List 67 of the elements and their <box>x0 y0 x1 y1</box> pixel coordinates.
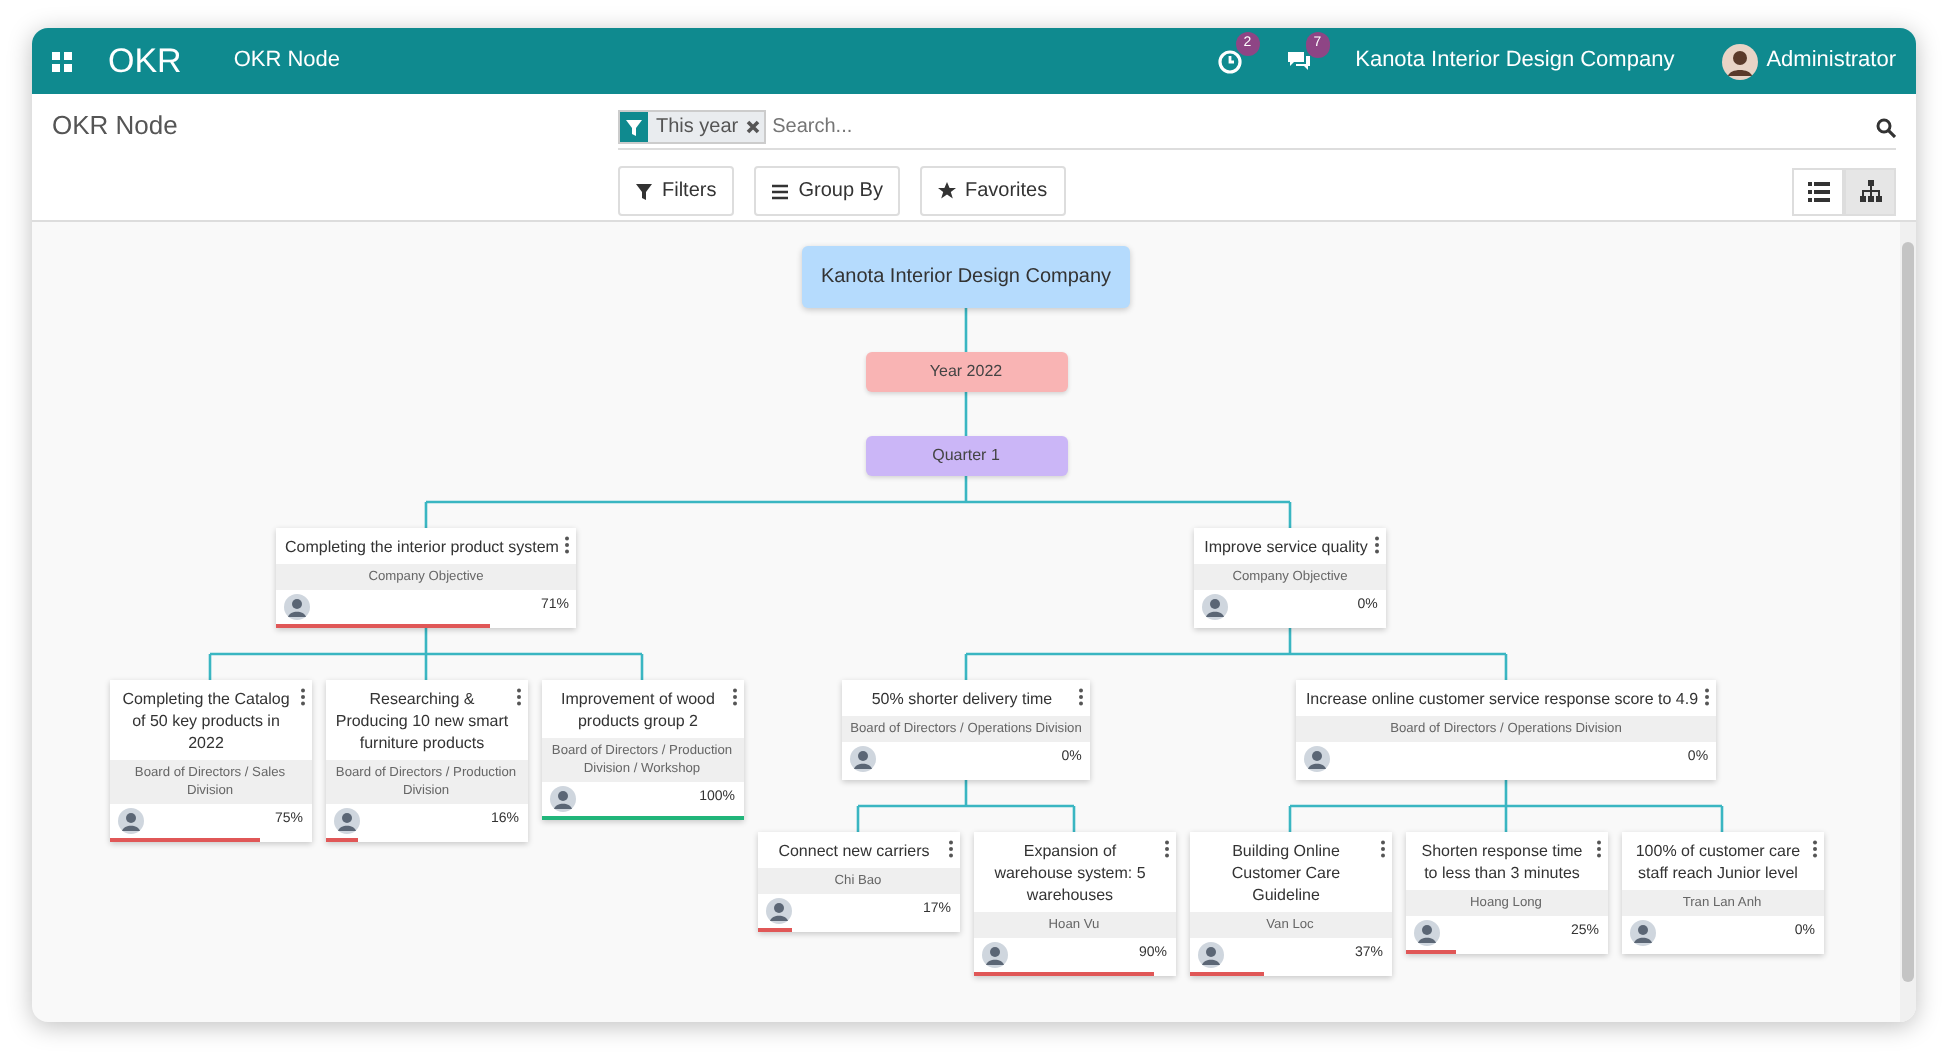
avatar <box>333 808 359 834</box>
apps-menu-icon[interactable] <box>52 51 72 71</box>
user-menu[interactable]: Administrator <box>1766 44 1896 78</box>
avatar <box>1197 942 1223 968</box>
kebab-menu-icon[interactable] <box>515 688 521 706</box>
search-icon[interactable] <box>1876 117 1896 137</box>
clock-icon[interactable] <box>1217 49 1242 73</box>
objective-title: 50% shorter delivery time <box>869 688 1055 710</box>
user-avatar[interactable] <box>1722 43 1759 79</box>
kebab-menu-icon[interactable] <box>1077 688 1084 706</box>
company-switcher[interactable]: Kanota Interior Design Company <box>1355 44 1675 78</box>
objective-title: Improve service quality <box>1204 536 1368 558</box>
view-switch-button[interactable] <box>1844 167 1896 215</box>
avatar <box>1202 594 1229 620</box>
kebab-menu-icon[interactable] <box>299 688 305 706</box>
objective-title: Increase online customer service response score to 4.9 <box>1305 688 1699 710</box>
connector-line <box>964 306 968 354</box>
avatar <box>981 942 1007 968</box>
objective-title: Shorten response time to less than 3 minutes <box>1419 840 1585 884</box>
kebab-menu-icon[interactable] <box>1163 840 1169 858</box>
hierarchy-view-icon <box>1859 180 1881 202</box>
objective-title: Completing the Catalog of 50 key products in 2022 <box>120 688 292 754</box>
chat-icon[interactable] <box>1285 50 1312 72</box>
view-switch-button[interactable] <box>1792 167 1844 215</box>
company-node: Kanota Interior Design Company <box>802 246 1130 308</box>
objective-title: Improvement of wood products group 2 <box>559 688 717 732</box>
star-icon <box>938 181 957 201</box>
list-view-icon <box>1807 180 1829 202</box>
avatar <box>850 746 877 772</box>
avatar <box>549 786 575 812</box>
avatar <box>117 808 143 834</box>
toolbar-button[interactable]: Group By <box>754 166 901 216</box>
menu-link[interactable]: OKR Node <box>233 44 341 78</box>
connector-line <box>964 390 968 438</box>
kebab-menu-icon[interactable] <box>1811 840 1817 858</box>
toolbar-button[interactable]: Filters <box>618 166 735 216</box>
kebab-menu-icon[interactable] <box>564 536 571 554</box>
avatar <box>283 594 310 620</box>
kebab-menu-icon[interactable] <box>1704 688 1711 706</box>
scrollbar[interactable] <box>1900 222 1916 1022</box>
objective-title: Connect new carriers <box>776 840 932 862</box>
objective-title: Researching & Producing 10 new smart furniture products <box>335 688 509 754</box>
avatar <box>1413 920 1439 946</box>
search-field[interactable]: Search... <box>766 112 1876 142</box>
toolbar-button[interactable]: Favorites <box>920 166 1066 216</box>
year-node: Year 2022 <box>865 352 1067 392</box>
page-title: OKR Node <box>52 108 178 144</box>
close-icon[interactable] <box>746 120 761 134</box>
app-title[interactable]: OKR <box>108 35 182 87</box>
list-icon <box>772 181 791 201</box>
kebab-menu-icon[interactable] <box>1373 536 1380 554</box>
filter-facet[interactable]: This year <box>618 110 767 144</box>
kebab-menu-icon[interactable] <box>1595 840 1601 858</box>
filter-icon <box>626 119 642 135</box>
objective-title: Expansion of warehouse system: 5 warehouses <box>992 840 1148 906</box>
objective-title: Building Online Customer Care Guideline <box>1229 840 1343 906</box>
objective-title: Completing the interior product system <box>285 536 559 558</box>
filter-icon <box>636 181 654 201</box>
avatar <box>1629 920 1655 946</box>
kebab-menu-icon[interactable] <box>1379 840 1385 858</box>
kebab-menu-icon[interactable] <box>731 688 737 706</box>
objective-title: 100% of customer care staff reach Junior level <box>1633 840 1803 884</box>
facet-label: This year <box>654 114 741 142</box>
quarter-node: Quarter 1 <box>865 436 1067 476</box>
kebab-menu-icon[interactable] <box>947 840 953 858</box>
avatar <box>765 898 791 924</box>
avatar <box>1303 746 1330 772</box>
